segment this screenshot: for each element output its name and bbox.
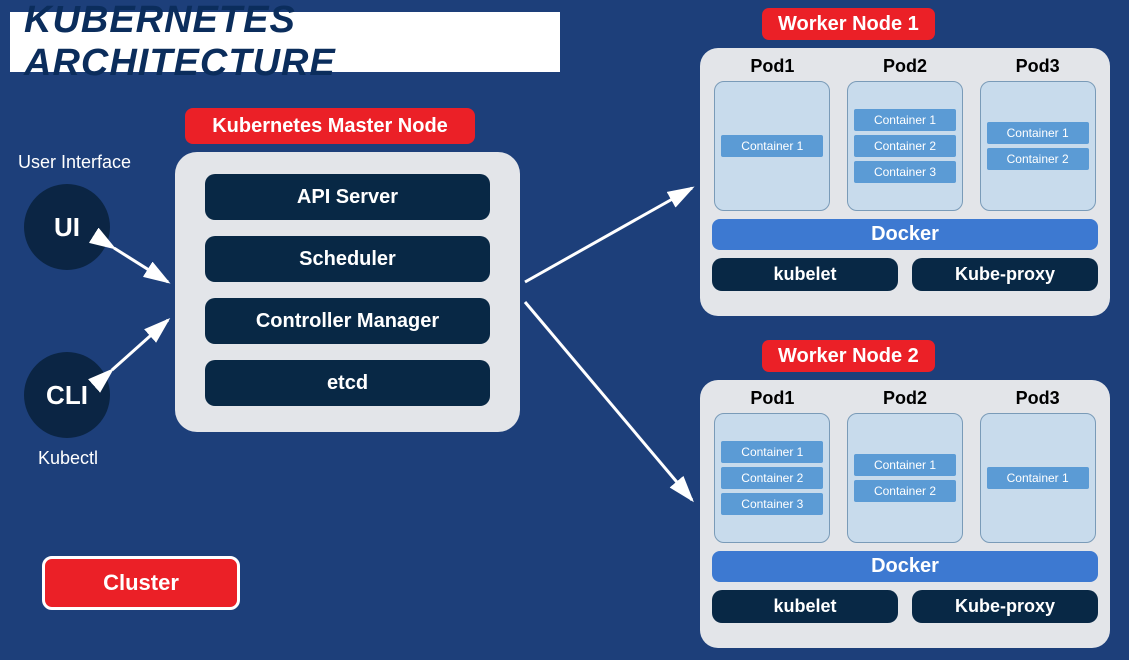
worker1-kl-row: kubelet Kube-proxy <box>712 258 1098 291</box>
cluster-badge: Cluster <box>42 556 240 610</box>
ui-circle-text: UI <box>54 212 80 243</box>
worker2-pod3-label: Pod3 <box>1016 388 1060 409</box>
container-bar: Container 1 <box>854 454 956 476</box>
container-bar: Container 1 <box>721 135 823 157</box>
api-server: API Server <box>205 174 490 220</box>
worker2-pods-row: Pod1 Container 1 Container 2 Container 3… <box>712 388 1098 543</box>
ui-circle: UI <box>24 184 110 270</box>
worker1-pod2-label: Pod2 <box>883 56 927 77</box>
worker-node-1-title: Worker Node 1 <box>762 8 935 40</box>
cli-circle: CLI <box>24 352 110 438</box>
scheduler: Scheduler <box>205 236 490 282</box>
worker2-kubelet: kubelet <box>712 590 898 623</box>
worker1-pod3-col: Pod3 Container 1 Container 2 <box>977 56 1098 211</box>
container-bar: Container 2 <box>854 480 956 502</box>
worker-node-2: Pod1 Container 1 Container 2 Container 3… <box>700 380 1110 648</box>
user-interface-label: User Interface <box>18 152 131 173</box>
container-bar: Container 1 <box>987 467 1089 489</box>
worker1-kubeproxy: Kube-proxy <box>912 258 1098 291</box>
worker1-pod3-label: Pod3 <box>1016 56 1060 77</box>
container-bar: Container 3 <box>721 493 823 515</box>
worker-node-2-title: Worker Node 2 <box>762 340 935 372</box>
worker2-docker: Docker <box>712 551 1098 582</box>
worker2-pod2-col: Pod2 Container 1 Container 2 <box>845 388 966 543</box>
worker2-pod1-col: Pod1 Container 1 Container 2 Container 3 <box>712 388 833 543</box>
worker-node-1: Pod1 Container 1 Pod2 Container 1 Contai… <box>700 48 1110 316</box>
controller-manager: Controller Manager <box>205 298 490 344</box>
worker2-kubeproxy: Kube-proxy <box>912 590 1098 623</box>
title-text: KUBERNETES ARCHITECTURE <box>24 0 560 85</box>
worker2-pod3-col: Pod3 Container 1 <box>977 388 1098 543</box>
cli-circle-text: CLI <box>46 380 88 411</box>
etcd: etcd <box>205 360 490 406</box>
worker2-pod3-box: Container 1 <box>980 413 1096 543</box>
worker1-pod3-box: Container 1 Container 2 <box>980 81 1096 211</box>
kubectl-label: Kubectl <box>38 448 98 469</box>
container-bar: Container 1 <box>987 122 1089 144</box>
worker2-kl-row: kubelet Kube-proxy <box>712 590 1098 623</box>
worker2-pod2-box: Container 1 Container 2 <box>847 413 963 543</box>
master-node-title: Kubernetes Master Node <box>185 108 475 144</box>
title-box: KUBERNETES ARCHITECTURE <box>10 12 560 72</box>
container-bar: Container 2 <box>854 135 956 157</box>
worker1-pod2-box: Container 1 Container 2 Container 3 <box>847 81 963 211</box>
worker1-docker: Docker <box>712 219 1098 250</box>
master-node-box: API Server Scheduler Controller Manager … <box>175 152 520 432</box>
container-bar: Container 2 <box>721 467 823 489</box>
worker1-pod2-col: Pod2 Container 1 Container 2 Container 3 <box>845 56 966 211</box>
worker1-kubelet: kubelet <box>712 258 898 291</box>
container-bar: Container 1 <box>721 441 823 463</box>
container-bar: Container 2 <box>987 148 1089 170</box>
worker1-pods-row: Pod1 Container 1 Pod2 Container 1 Contai… <box>712 56 1098 211</box>
worker1-pod1-label: Pod1 <box>750 56 794 77</box>
worker2-pod2-label: Pod2 <box>883 388 927 409</box>
worker2-pod1-label: Pod1 <box>750 388 794 409</box>
worker1-pod1-box: Container 1 <box>714 81 830 211</box>
worker1-pod1-col: Pod1 Container 1 <box>712 56 833 211</box>
worker2-pod1-box: Container 1 Container 2 Container 3 <box>714 413 830 543</box>
container-bar: Container 3 <box>854 161 956 183</box>
container-bar: Container 1 <box>854 109 956 131</box>
